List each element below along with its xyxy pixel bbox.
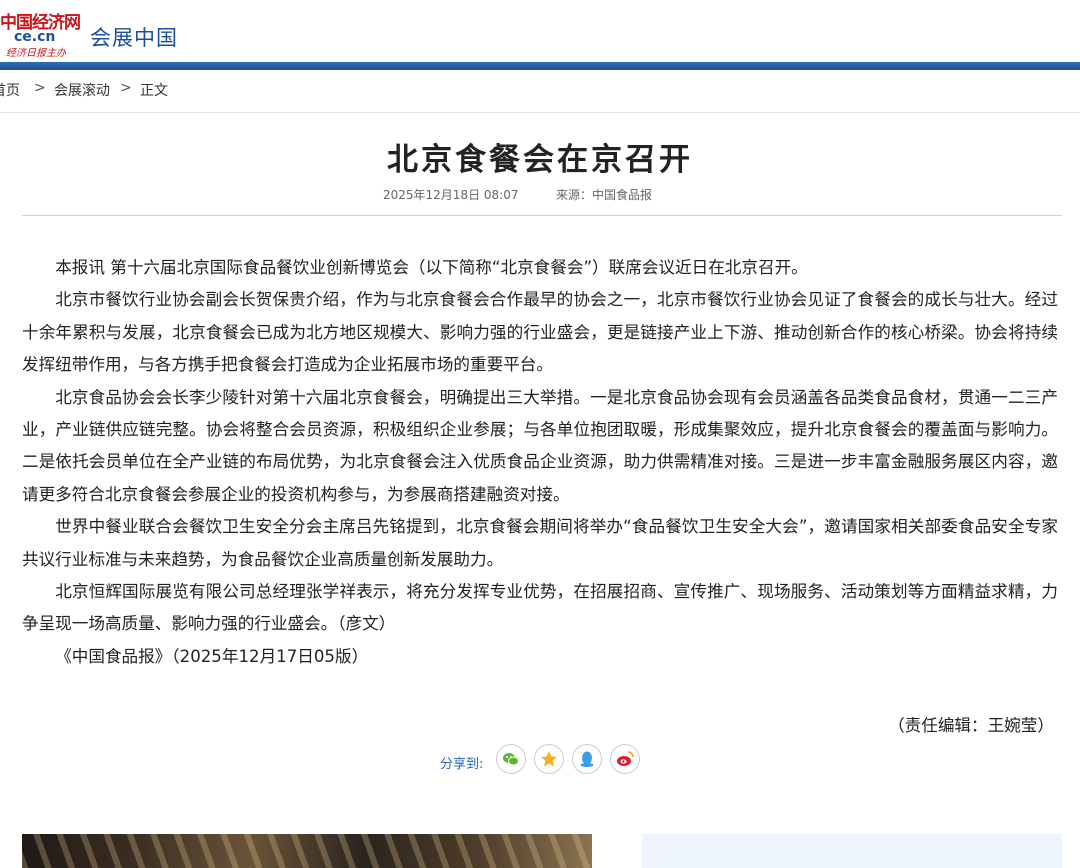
related-image[interactable] (22, 834, 592, 868)
logo-line2: ce.cn (14, 29, 56, 45)
article-source: 来源：中国食品报 (556, 188, 653, 202)
article-paragraph: 北京恒辉国际展览有限公司总经理张学祥表示，将充分发挥专业优势，在招展招商、宣传推… (22, 582, 1058, 634)
chevron-right-icon: > (120, 80, 132, 96)
logo-line3: 经济日报主办 (6, 48, 66, 59)
article-paragraph: 北京食品协会会长李少陵针对第十六届北京食餐会，明确提出三大举措。一是北京食品协会… (22, 387, 1058, 504)
article-title: 北京食餐会在京召开 (387, 142, 693, 178)
title-divider (22, 215, 1062, 216)
article-paragraph: 北京市餐饮行业协会副会长贺保贵介绍，作为与北京食餐会合作最早的协会之一，北京市餐… (22, 290, 1058, 375)
weibo-icon[interactable] (610, 744, 640, 774)
channel-title[interactable]: 会展中国 (90, 22, 178, 52)
breadcrumb-current: 正文 (140, 83, 168, 99)
header-bar (0, 62, 1080, 70)
related-panel (642, 834, 1062, 868)
chevron-right-icon: > (34, 80, 46, 96)
article-paragraph: 本报讯 第十六届北京国际食品餐饮业创新博览会（以下简称“北京食餐会”）联席会议近… (55, 258, 808, 277)
breadcrumb: 首页 > 会展滚动 > 正文 (0, 70, 1080, 113)
breadcrumb-section[interactable]: 会展滚动 (54, 80, 110, 100)
wechat-icon[interactable] (496, 744, 526, 774)
article-paragraph: 世界中餐业联合会餐饮卫生安全分会主席吕先铭提到，北京食餐会期间将举办“食品餐饮卫… (22, 517, 1058, 569)
ce-cn-logo[interactable]: 中国经济网 ce.cn 经济日报主办 (0, 6, 86, 59)
responsible-editor: （责任编辑：王婉莹） (888, 716, 1054, 735)
share-label: 分享到: (440, 757, 484, 772)
breadcrumb-home[interactable]: 首页 (0, 80, 20, 100)
article-paragraph: 《中国食品报》（2025年12月17日05版） (55, 646, 369, 666)
qq-icon[interactable] (572, 744, 602, 774)
article-body: 本报讯 第十六届北京国际食品餐饮业创新博览会（以下简称“北京食餐会”）联席会议近… (22, 252, 1058, 673)
qzone-icon[interactable] (534, 744, 564, 774)
article-date: 2025年12月18日 08:07 (383, 188, 519, 202)
site-header: 中国经济网 ce.cn 经济日报主办 会展中国 (0, 0, 1080, 62)
